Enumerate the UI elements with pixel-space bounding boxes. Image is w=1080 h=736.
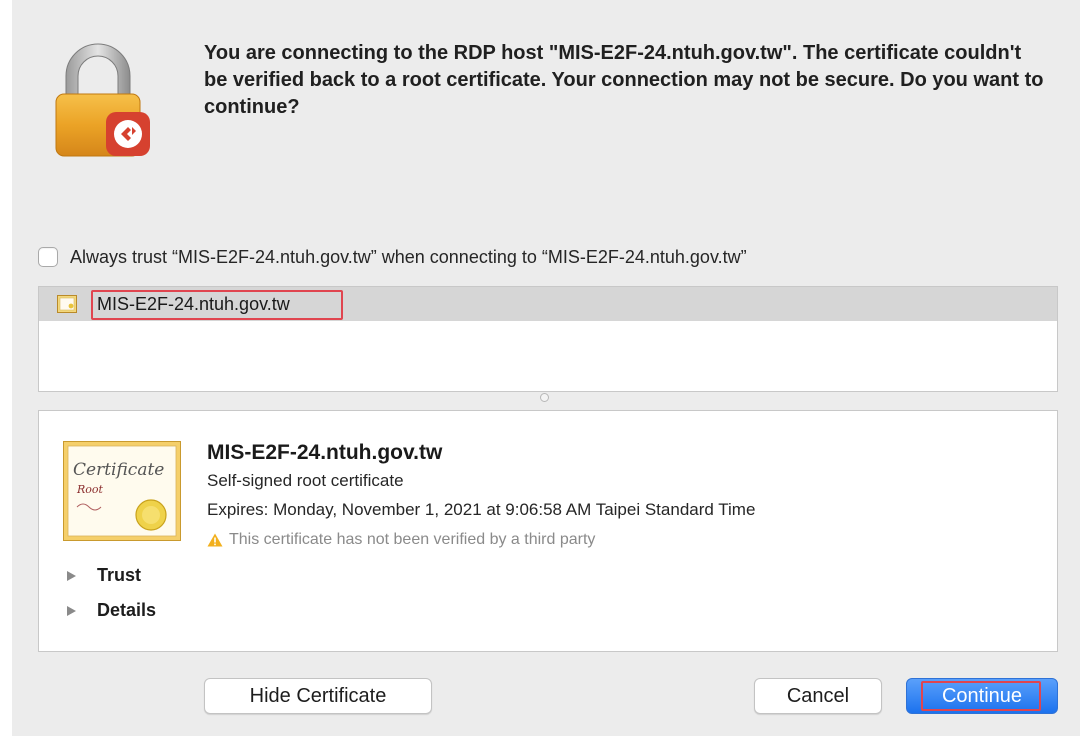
certificate-list-item[interactable]: MIS-E2F-24.ntuh.gov.tw <box>39 287 1057 321</box>
split-view-handle[interactable] <box>540 393 549 402</box>
certificate-detail-pane: Certificate Root MIS-E2F-24.ntuh.gov.tw … <box>38 410 1058 652</box>
certificate-image-subtitle: Root <box>76 483 104 496</box>
certificate-image-title: Certificate <box>73 460 164 480</box>
trust-disclosure-label: Trust <box>97 565 142 585</box>
details-disclosure-label: Details <box>97 600 157 620</box>
continue-button[interactable]: Continue <box>906 678 1058 714</box>
disclosure-triangle-icon <box>67 570 76 581</box>
trust-disclosure[interactable]: Trust <box>65 565 141 586</box>
always-trust-checkbox[interactable] <box>38 247 58 267</box>
warning-icon <box>207 533 223 547</box>
cancel-button[interactable]: Cancel <box>754 678 882 714</box>
certificate-warning-text: This certificate has not been verified b… <box>229 531 596 548</box>
rdp-lock-icon <box>55 43 150 157</box>
hide-certificate-button[interactable]: Hide Certificate <box>204 678 432 714</box>
certificate-icon <box>57 295 77 313</box>
certificate-warning: This certificate has not been verified b… <box>207 531 595 549</box>
certificate-image-icon: Certificate Root <box>63 441 181 541</box>
certificate-kind: Self-signed root certificate <box>207 471 404 490</box>
certificate-title: MIS-E2F-24.ntuh.gov.tw <box>207 441 443 464</box>
certificate-expiry: Expires: Monday, November 1, 2021 at 9:0… <box>207 500 756 519</box>
certificate-list[interactable]: MIS-E2F-24.ntuh.gov.tw <box>38 286 1058 392</box>
always-trust-row[interactable]: Always trust “MIS-E2F-24.ntuh.gov.tw” wh… <box>38 244 747 270</box>
certificate-list-label: MIS-E2F-24.ntuh.gov.tw <box>97 294 290 314</box>
dialog-message: You are connecting to the RDP host "MIS-… <box>204 42 1044 118</box>
continue-button-label: Continue <box>941 684 1023 707</box>
window-edge <box>0 0 12 736</box>
always-trust-label[interactable]: Always trust “MIS-E2F-24.ntuh.gov.tw” wh… <box>70 247 747 268</box>
disclosure-triangle-icon <box>67 605 76 616</box>
details-disclosure[interactable]: Details <box>65 600 156 621</box>
